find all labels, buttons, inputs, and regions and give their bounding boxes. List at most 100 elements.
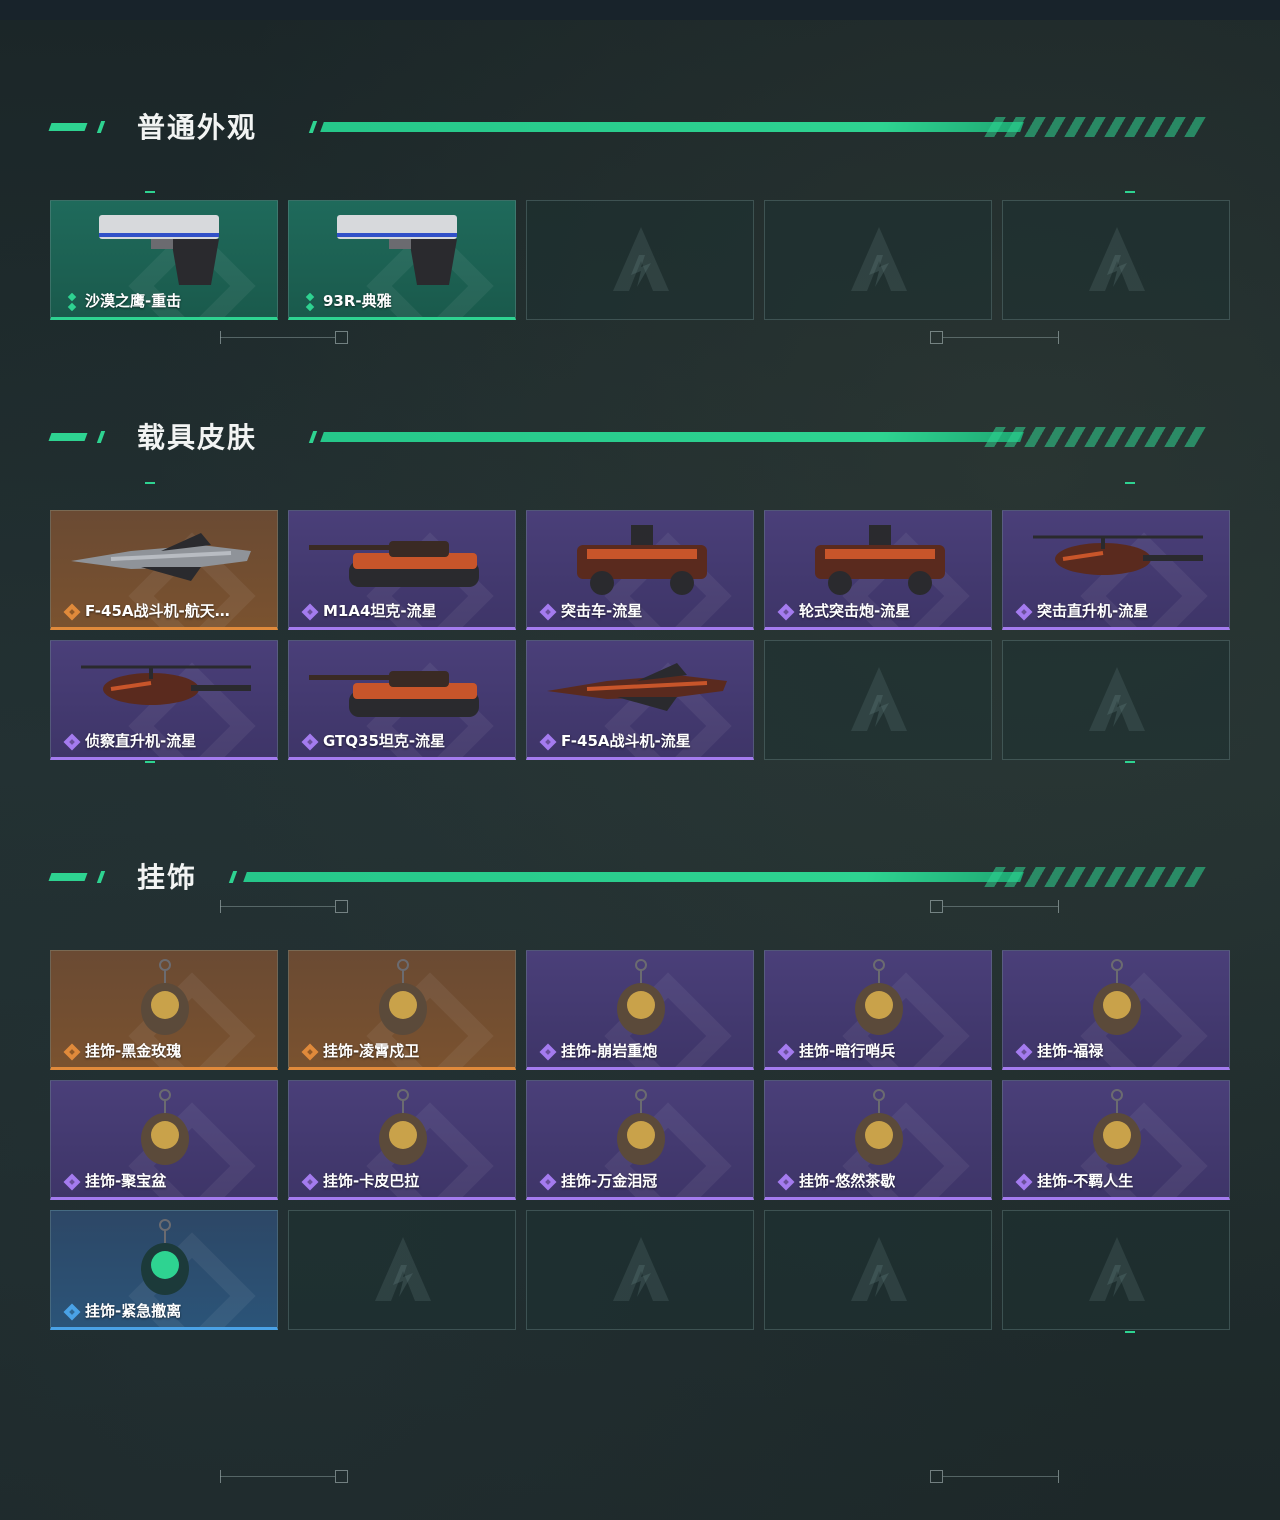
rarity-icon — [777, 603, 795, 621]
rarity-icon — [777, 1043, 795, 1061]
item-card[interactable]: 93R-典雅 — [288, 200, 516, 320]
item-card[interactable]: 挂饰-凌霄戍卫 — [288, 950, 516, 1070]
placeholder-logo-icon — [849, 665, 909, 735]
helicopter-icon — [1003, 515, 1229, 599]
charm-icon — [51, 955, 277, 1039]
rarity-icon — [301, 1173, 319, 1191]
empty-slot — [288, 1210, 516, 1330]
deco-tick — [1125, 191, 1135, 193]
header-accent — [48, 123, 88, 131]
placeholder-logo-icon — [1087, 225, 1147, 295]
rarity-icon — [63, 1303, 81, 1321]
placeholder-logo-icon — [373, 1235, 433, 1305]
rarity-icon — [539, 603, 557, 621]
charm-icon — [289, 955, 515, 1039]
item-label: M1A4坦克-流星 — [323, 602, 437, 620]
item-label: 挂饰-黑金玫瑰 — [85, 1042, 182, 1060]
item-card[interactable]: 挂饰-不羁人生 — [1002, 1080, 1230, 1200]
empty-slot — [526, 1210, 754, 1330]
item-card[interactable]: 挂饰-紧急撤离 — [50, 1210, 278, 1330]
item-label: 挂饰-不羁人生 — [1037, 1172, 1134, 1190]
deco-tick — [145, 191, 155, 193]
item-card[interactable]: 挂饰-万金泪冠 — [526, 1080, 754, 1200]
item-card[interactable]: 突击直升机-流星 — [1002, 510, 1230, 630]
section-header: 挂饰 — [0, 858, 1280, 898]
placeholder-logo-icon — [1087, 1235, 1147, 1305]
pistol-icon — [289, 205, 515, 289]
header-bar — [243, 872, 1024, 882]
header-accent — [308, 431, 318, 443]
header-bar — [320, 432, 1024, 442]
item-card[interactable]: M1A4坦克-流星 — [288, 510, 516, 630]
item-card[interactable]: 挂饰-暗行哨兵 — [764, 950, 992, 1070]
item-label: 轮式突击炮-流星 — [799, 602, 911, 620]
deco-tick — [1125, 482, 1135, 484]
item-card[interactable]: GTQ35坦克-流星 — [288, 640, 516, 760]
item-card[interactable]: 挂饰-卡皮巴拉 — [288, 1080, 516, 1200]
top-bar — [0, 0, 1280, 20]
empty-slot — [764, 1210, 992, 1330]
item-card[interactable]: F-45A战斗机-流星 — [526, 640, 754, 760]
tank-icon — [289, 515, 515, 599]
deco-ruler — [930, 331, 1060, 345]
armored-car-icon — [527, 515, 753, 599]
item-card[interactable]: 突击车-流星 — [526, 510, 754, 630]
charm-icon — [527, 955, 753, 1039]
charm-icon — [765, 955, 991, 1039]
charm-icon — [1003, 955, 1229, 1039]
charm-icon — [51, 1215, 277, 1299]
deco-ruler — [220, 900, 350, 914]
rarity-icon — [1015, 1173, 1033, 1191]
placeholder-logo-icon — [1087, 665, 1147, 735]
rarity-icon — [777, 1173, 795, 1191]
charm-icon — [51, 1085, 277, 1169]
header-accent — [228, 871, 238, 883]
item-label: 93R-典雅 — [323, 292, 392, 310]
rarity-icon — [301, 292, 319, 312]
item-label: 挂饰-紧急撤离 — [85, 1302, 182, 1320]
charm-icon — [527, 1085, 753, 1169]
item-label: 突击车-流星 — [561, 602, 643, 620]
section-title: 挂饰 — [137, 861, 198, 894]
item-card[interactable]: 挂饰-福禄 — [1002, 950, 1230, 1070]
item-card[interactable]: 挂饰-黑金玫瑰 — [50, 950, 278, 1070]
header-checker — [984, 427, 1206, 447]
item-card[interactable]: 挂饰-聚宝盆 — [50, 1080, 278, 1200]
item-card[interactable]: 轮式突击炮-流星 — [764, 510, 992, 630]
charm-icon — [765, 1085, 991, 1169]
header-accent — [96, 871, 106, 883]
rarity-icon — [63, 603, 81, 621]
rarity-icon — [539, 733, 557, 751]
item-card[interactable]: F-45A战斗机-航天… — [50, 510, 278, 630]
header-accent — [48, 433, 88, 441]
jet-icon — [527, 645, 753, 729]
rarity-icon — [63, 292, 81, 312]
rarity-icon — [63, 733, 81, 751]
item-card[interactable]: 挂饰-崩岩重炮 — [526, 950, 754, 1070]
rarity-icon — [1015, 1043, 1033, 1061]
rarity-icon — [63, 1173, 81, 1191]
rarity-icon — [301, 733, 319, 751]
rarity-icon — [63, 1043, 81, 1061]
placeholder-logo-icon — [849, 225, 909, 295]
section-title: 普通外观 — [137, 111, 258, 144]
rarity-icon — [301, 603, 319, 621]
placeholder-logo-icon — [849, 1235, 909, 1305]
item-label: 挂饰-福禄 — [1037, 1042, 1104, 1060]
charm-icon — [1003, 1085, 1229, 1169]
item-card[interactable]: 侦察直升机-流星 — [50, 640, 278, 760]
charm-icon — [289, 1085, 515, 1169]
jet-icon — [51, 515, 277, 599]
empty-slot — [764, 640, 992, 760]
item-label: 挂饰-聚宝盆 — [85, 1172, 167, 1190]
placeholder-logo-icon — [611, 1235, 671, 1305]
deco-ruler — [930, 900, 1060, 914]
item-card[interactable]: 挂饰-悠然茶歇 — [764, 1080, 992, 1200]
section-header: 载具皮肤 — [0, 418, 1280, 458]
empty-slot — [526, 200, 754, 320]
header-bar — [320, 122, 1024, 132]
deco-tick — [145, 482, 155, 484]
deco-tick — [1125, 761, 1135, 763]
item-card[interactable]: 沙漠之鹰-重击 — [50, 200, 278, 320]
empty-slot — [1002, 640, 1230, 760]
